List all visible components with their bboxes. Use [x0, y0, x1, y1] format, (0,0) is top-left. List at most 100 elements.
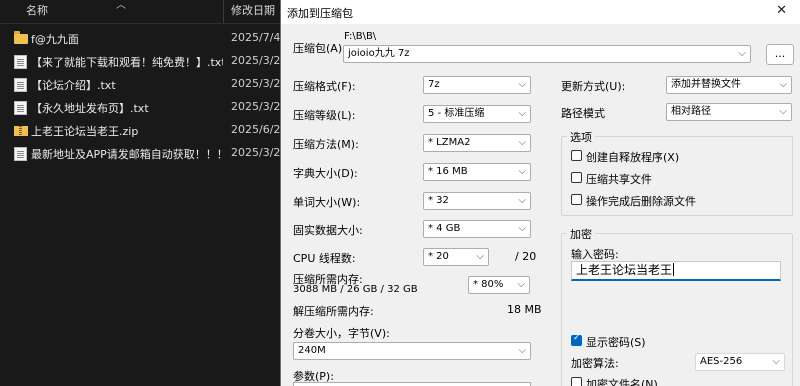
- chevron-down-icon: ⌵: [518, 166, 526, 177]
- solid-select[interactable]: * 4 GB ⌵: [423, 220, 531, 238]
- level-value: 5 - 标准压缩: [428, 108, 485, 119]
- format-value: 7z: [428, 79, 440, 90]
- format-select[interactable]: 7z ⌵: [423, 76, 531, 94]
- mem-decomp-label: 解压缩所需内存:: [293, 305, 374, 318]
- method-value: * LZMA2: [428, 137, 471, 148]
- level-label: 压缩等级(L):: [293, 109, 356, 122]
- show-password-checkbox[interactable]: [571, 333, 582, 346]
- file-date: 2025/3/26: [231, 54, 288, 67]
- encryption-method-value: AES-256: [700, 356, 743, 367]
- update-mode-label: 更新方式(U):: [561, 80, 626, 93]
- word-select[interactable]: * 32 ⌵: [423, 192, 531, 210]
- mem-usage-select[interactable]: * 80% ⌵: [468, 276, 530, 294]
- params-input[interactable]: [293, 382, 531, 386]
- encryption-method-label: 加密算法:: [571, 357, 619, 370]
- password-label: 输入密码:: [571, 248, 619, 261]
- method-label: 压缩方法(M):: [293, 138, 359, 151]
- dict-value: * 16 MB: [428, 166, 468, 177]
- column-divider[interactable]: [223, 0, 224, 24]
- file-row[interactable]: 最新地址及APP请发邮箱自动获取！！！.... 2025/3/26: [0, 143, 287, 165]
- delete-after-label[interactable]: 操作完成后删除源文件: [586, 193, 696, 209]
- text-file-icon: [14, 147, 27, 161]
- dict-label: 字典大小(D):: [293, 167, 358, 180]
- text-file-icon: [14, 78, 27, 92]
- chevron-down-icon: ⌵: [779, 79, 787, 90]
- file-name: 上老王论坛当老王.zip: [31, 125, 139, 138]
- chevron-down-icon: ⌵: [518, 195, 526, 206]
- column-header-date[interactable]: 修改日期: [231, 0, 275, 24]
- encryption-title: 加密: [567, 226, 595, 242]
- password-input[interactable]: 上老王论坛当老王: [571, 261, 781, 281]
- browse-button[interactable]: ...: [766, 44, 794, 65]
- shared-files-label[interactable]: 压缩共享文件: [586, 171, 652, 187]
- split-size-combo[interactable]: 240M ⌵: [293, 342, 531, 360]
- word-value: * 32: [428, 195, 449, 206]
- level-select[interactable]: 5 - 标准压缩 ⌵: [423, 105, 531, 123]
- file-row[interactable]: 【来了就能下载和观看！纯免费！】.txt 2025/3/26: [0, 51, 287, 73]
- path-mode-label: 路径模式: [561, 107, 605, 120]
- chevron-down-icon: ⌵: [476, 251, 484, 262]
- format-label: 压缩格式(F):: [293, 80, 356, 93]
- archive-path: F:\B\B\: [344, 31, 377, 42]
- update-mode-value: 添加并替换文件: [671, 79, 741, 90]
- sfx-checkbox[interactable]: [571, 150, 582, 161]
- sfx-label[interactable]: 创建自释放程序(X): [586, 149, 679, 165]
- chevron-down-icon: ⌵: [772, 356, 780, 367]
- file-date: 2025/3/26: [231, 100, 288, 113]
- archive-filename-combo[interactable]: joioio九九 7z ⌵: [343, 45, 751, 63]
- zip-archive-icon: [14, 126, 28, 136]
- encryption-method-select[interactable]: AES-256 ⌵: [695, 353, 785, 371]
- file-row[interactable]: 上老王论坛当老王.zip 2025/6/27: [0, 120, 287, 142]
- threads-select[interactable]: * 20 ⌵: [423, 248, 489, 266]
- close-icon[interactable]: ✕: [776, 3, 787, 18]
- column-header-name[interactable]: 名称: [26, 0, 48, 24]
- file-date: 2025/6/27: [231, 123, 288, 136]
- split-label: 分卷大小，字节(V):: [293, 327, 390, 340]
- encrypt-names-checkbox[interactable]: [571, 377, 582, 386]
- path-mode-select[interactable]: 相对路径 ⌵: [666, 103, 792, 121]
- delete-after-checkbox[interactable]: [571, 194, 582, 205]
- chevron-down-icon: ⌵: [517, 279, 525, 290]
- solid-value: * 4 GB: [428, 223, 461, 234]
- show-password-label[interactable]: 显示密码(S): [586, 334, 646, 350]
- file-date: 2025/3/26: [231, 146, 288, 159]
- dict-select[interactable]: * 16 MB ⌵: [423, 163, 531, 181]
- text-file-icon: [14, 101, 27, 115]
- method-select[interactable]: * LZMA2 ⌵: [423, 134, 531, 152]
- text-caret: [673, 263, 675, 276]
- threads-label: CPU 线程数:: [293, 252, 356, 265]
- chevron-down-icon: ⌵: [738, 48, 746, 59]
- split-value: 240M: [298, 345, 326, 356]
- folder-icon: [14, 31, 28, 44]
- password-value: 上老王论坛当老王: [576, 263, 673, 277]
- chevron-down-icon: ⌵: [518, 79, 526, 90]
- archive-filename-value: joioio九九 7z: [348, 48, 410, 59]
- encrypt-names-label[interactable]: 加密文件名(N): [586, 376, 658, 386]
- file-name: f@九九面: [31, 33, 79, 46]
- file-row[interactable]: 【论坛介绍】.txt 2025/3/26: [0, 74, 287, 96]
- mem-decomp-value: 18 MB: [507, 303, 542, 316]
- add-to-archive-dialog: 添加到压缩包 ✕ 压缩包(A): F:\B\B\ joioio九九 7z ⌵ .…: [280, 0, 800, 386]
- chevron-down-icon: ⌵: [518, 108, 526, 119]
- file-name: 【论坛介绍】.txt: [31, 79, 116, 92]
- file-row[interactable]: f@九九面 2025/7/4 0: [0, 28, 291, 50]
- dialog-titlebar[interactable]: 添加到压缩包 ✕: [281, 0, 800, 24]
- threads-value: * 20: [428, 251, 449, 262]
- shared-files-checkbox[interactable]: [571, 172, 582, 183]
- chevron-down-icon: ⌵: [779, 106, 787, 117]
- file-date: 2025/3/26: [231, 77, 288, 90]
- mem-comp-detail: 3088 MB / 26 GB / 32 GB: [293, 284, 418, 295]
- chevron-down-icon: ⌵: [518, 223, 526, 234]
- chevron-down-icon: ⌵: [518, 345, 526, 356]
- path-mode-value: 相对路径: [671, 106, 711, 117]
- dialog-title: 添加到压缩包: [287, 7, 353, 20]
- file-name: 【来了就能下载和观看！纯免费！】.txt: [31, 56, 223, 69]
- file-row[interactable]: 【永久地址发布页】.txt 2025/3/26: [0, 97, 287, 119]
- text-file-icon: [14, 55, 27, 69]
- chevron-down-icon: ⌵: [518, 137, 526, 148]
- threads-max: / 20: [515, 250, 537, 263]
- file-name: 最新地址及APP请发邮箱自动获取！！！....: [31, 148, 223, 161]
- word-label: 单词大小(W):: [293, 196, 361, 209]
- solid-label: 固实数据大小:: [293, 224, 363, 237]
- update-mode-select[interactable]: 添加并替换文件 ⌵: [666, 76, 792, 94]
